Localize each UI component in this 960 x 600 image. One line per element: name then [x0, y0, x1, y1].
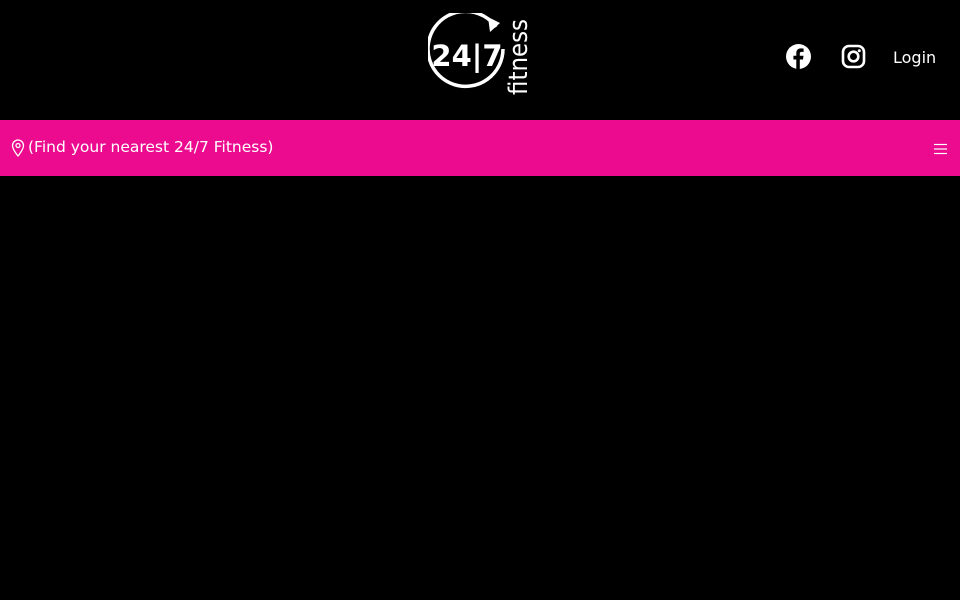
main-content-area: [0, 176, 960, 600]
location-pin-icon: [11, 139, 25, 158]
find-nearest-gym-link[interactable]: (Find your nearest 24/7 Fitness): [28, 137, 273, 157]
site-header: 24|7 fitness Login: [0, 0, 960, 120]
instagram-icon[interactable]: [841, 44, 866, 69]
login-link[interactable]: Login: [893, 48, 936, 68]
logo-link[interactable]: 24|7 fitness: [426, 9, 534, 99]
location-bar: (Find your nearest 24/7 Fitness): [0, 120, 960, 176]
brand-logo-icon: 24|7 fitness: [426, 9, 534, 95]
logo-side-text: fitness: [504, 19, 534, 95]
logo-main-text: 24|7: [431, 39, 502, 73]
hamburger-menu-icon[interactable]: [933, 141, 948, 155]
facebook-icon[interactable]: [786, 44, 811, 69]
